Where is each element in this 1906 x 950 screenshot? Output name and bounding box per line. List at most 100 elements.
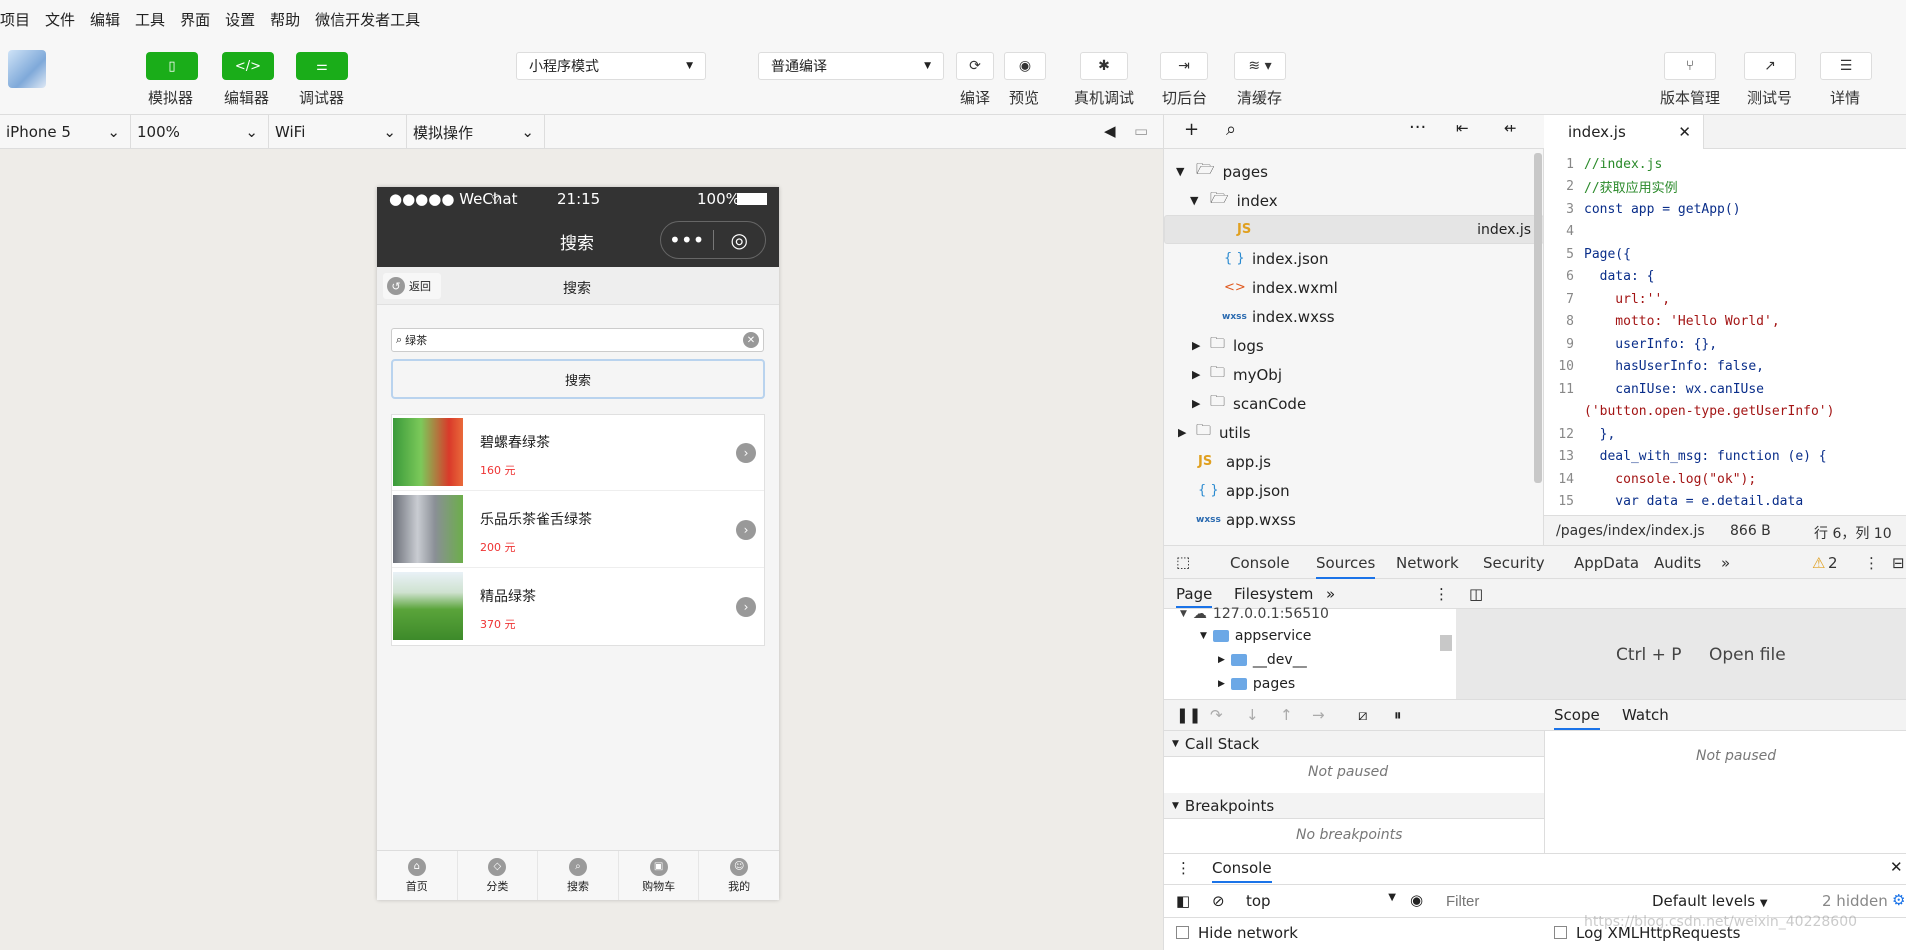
- inspect-icon[interactable]: ⬚: [1176, 553, 1190, 571]
- tab-security[interactable]: Security: [1483, 554, 1545, 572]
- tree-file-app-wxss[interactable]: wxss app.wxss: [1164, 505, 1544, 534]
- back-button[interactable]: ↺ 返回: [383, 273, 441, 299]
- warning-icon[interactable]: ⚠: [1812, 554, 1825, 572]
- menu-wechat-devtools[interactable]: 微信开发者工具: [315, 9, 427, 30]
- volume-icon[interactable]: ◀: [1104, 122, 1116, 140]
- tab-category[interactable]: ◇ 分类: [458, 851, 539, 900]
- tab-search[interactable]: ⌕ 搜索: [538, 851, 619, 900]
- step-out-icon[interactable]: ↑: [1280, 706, 1293, 724]
- tree-folder-myobj[interactable]: ▶ 🗀 myObj: [1164, 360, 1544, 389]
- compile-button[interactable]: ⟳: [956, 52, 994, 80]
- menu-help[interactable]: 帮助: [270, 9, 307, 30]
- list-item[interactable]: 乐品乐茶雀舌绿茶 200 元 ›: [392, 492, 764, 568]
- sidebar-toggle-icon[interactable]: ◫: [1469, 585, 1483, 603]
- tab-console[interactable]: Console: [1230, 554, 1290, 572]
- tab-scope[interactable]: Scope: [1554, 706, 1600, 730]
- log-xhr-checkbox[interactable]: [1554, 926, 1567, 939]
- gear-icon[interactable]: ⚙: [1892, 891, 1905, 909]
- clear-console-icon[interactable]: ⊘: [1212, 892, 1225, 910]
- search-icon[interactable]: ⌕: [1226, 119, 1236, 140]
- menu-settings[interactable]: 设置: [225, 9, 262, 30]
- tree-file-index-wxss[interactable]: wxss index.wxss: [1164, 302, 1544, 331]
- more-icon[interactable]: »: [1326, 585, 1335, 603]
- tree-host[interactable]: ▼ ☁ 127.0.0.1:56510: [1180, 603, 1329, 625]
- operation-select[interactable]: 模拟操作 ⌄: [407, 115, 545, 149]
- avatar[interactable]: [8, 50, 46, 88]
- menu-interface[interactable]: 界面: [180, 9, 217, 30]
- list-item[interactable]: 精品绿茶 370 元 ›: [392, 569, 764, 645]
- list-item[interactable]: 碧螺春绿茶 160 元 ›: [392, 415, 764, 491]
- eye-icon[interactable]: ◉: [1410, 891, 1423, 909]
- breakpoints-header[interactable]: ▼ Breakpoints: [1164, 793, 1544, 819]
- menu-tools[interactable]: 工具: [135, 9, 172, 30]
- window-icon[interactable]: ▭: [1134, 122, 1148, 140]
- remote-debug-button[interactable]: ✱: [1080, 52, 1128, 80]
- tab-sources[interactable]: Sources: [1316, 554, 1376, 579]
- close-target-icon[interactable]: ◎: [713, 228, 765, 252]
- more-icon[interactable]: •••: [661, 228, 713, 252]
- search-button[interactable]: 搜索: [391, 359, 765, 399]
- tab-profile[interactable]: ☺ 我的: [699, 851, 779, 900]
- tree-folder-utils[interactable]: ▶ 🗀 utils: [1164, 418, 1544, 447]
- menu-project[interactable]: 项目: [0, 9, 37, 30]
- simulator-button[interactable]: ▯: [146, 52, 198, 80]
- tree-appservice[interactable]: ▼ appservice: [1200, 625, 1311, 647]
- tree-scrollbar[interactable]: [1534, 153, 1542, 483]
- network-select[interactable]: WiFi ⌄: [269, 115, 407, 149]
- more-tabs-icon[interactable]: »: [1721, 554, 1730, 572]
- test-account-button[interactable]: ↗: [1744, 52, 1796, 80]
- close-icon[interactable]: ✕: [1678, 123, 1691, 141]
- step-into-icon[interactable]: ↓: [1246, 706, 1259, 724]
- menu-file[interactable]: 文件: [45, 9, 82, 30]
- tree-file-app-js[interactable]: JS app.js: [1164, 447, 1544, 476]
- tab-audits[interactable]: Audits: [1654, 554, 1701, 572]
- deactivate-breakpoints-icon[interactable]: ⧄: [1358, 706, 1368, 724]
- compile-mode-select[interactable]: 普通编译 ▼: [758, 52, 944, 80]
- tree-folder-pages[interactable]: ▼ 🗁 pages: [1164, 157, 1544, 186]
- collapse-icon[interactable]: ⇷: [1504, 119, 1517, 137]
- tab-cart[interactable]: ▣ 购物车: [619, 851, 700, 900]
- debugger-button[interactable]: ⚌: [296, 52, 348, 80]
- kebab-icon[interactable]: ⋮: [1864, 554, 1879, 572]
- tree-file-index-js[interactable]: JS index.js: [1164, 215, 1544, 244]
- tab-watch[interactable]: Watch: [1622, 706, 1669, 724]
- tree-folder-index[interactable]: ▼ 🗁 index: [1164, 186, 1544, 215]
- pause-exceptions-icon[interactable]: ⏸: [1394, 706, 1402, 724]
- levels-select[interactable]: Default levels ▼: [1652, 892, 1768, 910]
- add-icon[interactable]: +: [1184, 119, 1199, 140]
- tree-folder-logs[interactable]: ▶ 🗀 logs: [1164, 331, 1544, 360]
- device-select[interactable]: iPhone 5 ⌄: [0, 115, 131, 149]
- tab-appdata[interactable]: AppData: [1574, 554, 1639, 572]
- step-icon[interactable]: →: [1312, 706, 1325, 724]
- clear-icon[interactable]: ✕: [743, 332, 759, 348]
- step-over-icon[interactable]: ↷: [1210, 706, 1223, 724]
- kebab-icon[interactable]: ⋮: [1176, 859, 1191, 877]
- details-button[interactable]: ☰: [1820, 52, 1872, 80]
- context-select[interactable]: top ▼: [1246, 892, 1396, 910]
- menu-edit[interactable]: 编辑: [90, 9, 127, 30]
- tree-folder-scancode[interactable]: ▶ 🗀 scanCode: [1164, 389, 1544, 418]
- tab-filesystem[interactable]: Filesystem: [1234, 585, 1313, 603]
- kebab-icon[interactable]: ⋮: [1434, 585, 1449, 603]
- tab-home[interactable]: ⌂ 首页: [377, 851, 458, 900]
- tab-network[interactable]: Network: [1396, 554, 1459, 572]
- dock-icon[interactable]: ⊟: [1892, 554, 1905, 572]
- tab-console-drawer[interactable]: Console: [1212, 859, 1272, 883]
- tree-dev[interactable]: ▶ __dev__: [1218, 649, 1307, 671]
- search-input[interactable]: ⌕ 绿茶 ✕: [391, 328, 764, 352]
- code-area[interactable]: 1 //index.js 2 //获取应用实例 3 const app = getApp(…: [1544, 149, 1906, 510]
- sort-icon[interactable]: ⇤: [1456, 119, 1469, 137]
- sidebar-icon[interactable]: ◧: [1176, 892, 1190, 910]
- hide-network-checkbox[interactable]: [1176, 926, 1189, 939]
- zoom-select[interactable]: 100% ⌄: [131, 115, 269, 149]
- navigator-scrollbar[interactable]: [1440, 635, 1452, 651]
- filter-input[interactable]: [1446, 889, 1606, 913]
- clear-cache-button[interactable]: ≋ ▾: [1234, 52, 1286, 80]
- background-button[interactable]: ⇥: [1160, 52, 1208, 80]
- preview-button[interactable]: ◉: [1004, 52, 1046, 80]
- tree-file-app-json[interactable]: { } app.json: [1164, 476, 1544, 505]
- editor-button[interactable]: </>: [222, 52, 274, 80]
- tree-file-index-json[interactable]: { } index.json: [1164, 244, 1544, 273]
- tree-pages[interactable]: ▶ pages: [1218, 673, 1295, 695]
- version-button[interactable]: ⑂: [1664, 52, 1716, 80]
